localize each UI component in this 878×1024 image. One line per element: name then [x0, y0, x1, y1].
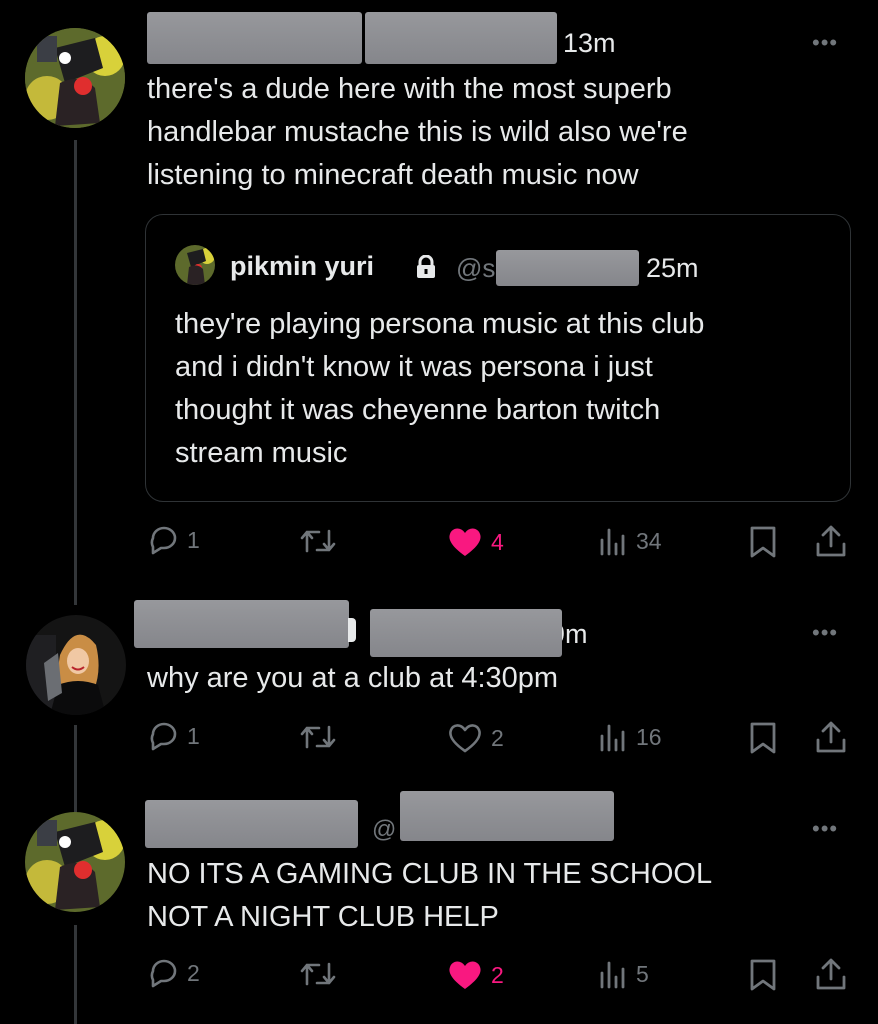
reply-button[interactable]: 1: [147, 721, 200, 751]
bookmark-button[interactable]: [749, 525, 777, 559]
quote-handle: @s: [456, 253, 496, 283]
reply-button[interactable]: 1: [147, 525, 200, 555]
reply-icon: [150, 526, 177, 555]
view-count: 5: [636, 960, 649, 987]
view-count: 34: [636, 527, 662, 554]
redacted-display-name: [147, 12, 362, 64]
quoted-tweet[interactable]: pikmin yuri @s 25m they're playing perso…: [145, 214, 851, 502]
views-button[interactable]: 34: [598, 526, 662, 556]
share-icon: [816, 958, 846, 990]
reply-count: 2: [187, 959, 200, 986]
bookmark-icon: [750, 722, 776, 754]
like-button[interactable]: 4: [447, 526, 504, 558]
tweet-time[interactable]: 9m: [562, 619, 604, 650]
tweet-text: why are you at a club at 4:30pm: [147, 662, 559, 694]
thread-line: [74, 925, 77, 1024]
bookmark-icon: [750, 959, 776, 991]
reply-icon: [150, 959, 177, 988]
quote-time: 25m: [646, 253, 699, 283]
bookmark-button[interactable]: [749, 958, 777, 992]
avatar[interactable]: [26, 615, 126, 715]
views-icon: [600, 528, 625, 556]
like-button[interactable]: 2: [447, 722, 504, 754]
heart-icon: [449, 724, 481, 753]
avatar[interactable]: [25, 28, 125, 128]
views-icon: [600, 724, 625, 752]
more-options-icon[interactable]: •••: [812, 30, 838, 56]
avatar[interactable]: [25, 812, 125, 912]
redacted-handle: [496, 250, 639, 286]
quote-avatar: [175, 245, 215, 285]
redacted-handle: [400, 791, 614, 841]
verified-fragment: [348, 618, 356, 642]
quote-display-name: pikmin yuri: [230, 251, 375, 281]
lock-icon: [415, 254, 437, 284]
views-button[interactable]: 5: [598, 959, 649, 989]
reply-count: 1: [187, 722, 200, 749]
retweet-icon: [300, 962, 336, 986]
share-icon: [816, 525, 846, 557]
more-options-icon[interactable]: •••: [812, 816, 838, 842]
retweet-icon: [300, 529, 336, 553]
redacted-handle: [365, 12, 557, 64]
bookmark-icon: [750, 526, 776, 558]
retweet-button[interactable]: [300, 527, 336, 555]
heart-icon: [449, 961, 481, 989]
share-icon: [816, 721, 846, 753]
redacted-handle: [370, 609, 562, 657]
bookmark-button[interactable]: [749, 721, 777, 755]
tweet-time[interactable]: 13m: [563, 28, 616, 59]
share-button[interactable]: [814, 720, 848, 754]
retweet-icon: [300, 725, 336, 749]
redacted-display-name: [134, 600, 349, 648]
like-button[interactable]: 2: [447, 959, 504, 991]
reply-icon: [150, 722, 177, 751]
handle-prefix: @: [372, 816, 397, 843]
share-button[interactable]: [814, 957, 848, 991]
heart-icon: [449, 528, 481, 556]
views-button[interactable]: 16: [598, 722, 662, 752]
reply-count: 1: [187, 526, 200, 553]
quote-text: they're playing persona music at this cl…: [175, 308, 705, 469]
share-button[interactable]: [814, 524, 848, 558]
retweet-button[interactable]: [300, 723, 336, 751]
like-count: 2: [491, 961, 504, 988]
tweet-text: NO ITS A GAMING CLUB IN THE SCHOOL NOT A…: [147, 858, 713, 933]
thread-line: [74, 140, 77, 605]
like-count: 2: [491, 724, 504, 751]
tweet-text: there's a dude here with the most superb…: [147, 73, 688, 191]
reply-button[interactable]: 2: [147, 958, 200, 988]
view-count: 16: [636, 723, 662, 750]
like-count: 4: [491, 528, 504, 555]
views-icon: [600, 961, 625, 989]
more-options-icon[interactable]: •••: [812, 620, 838, 646]
thread-line: [74, 725, 77, 815]
redacted-display-name: [145, 800, 358, 848]
retweet-button[interactable]: [300, 960, 336, 988]
